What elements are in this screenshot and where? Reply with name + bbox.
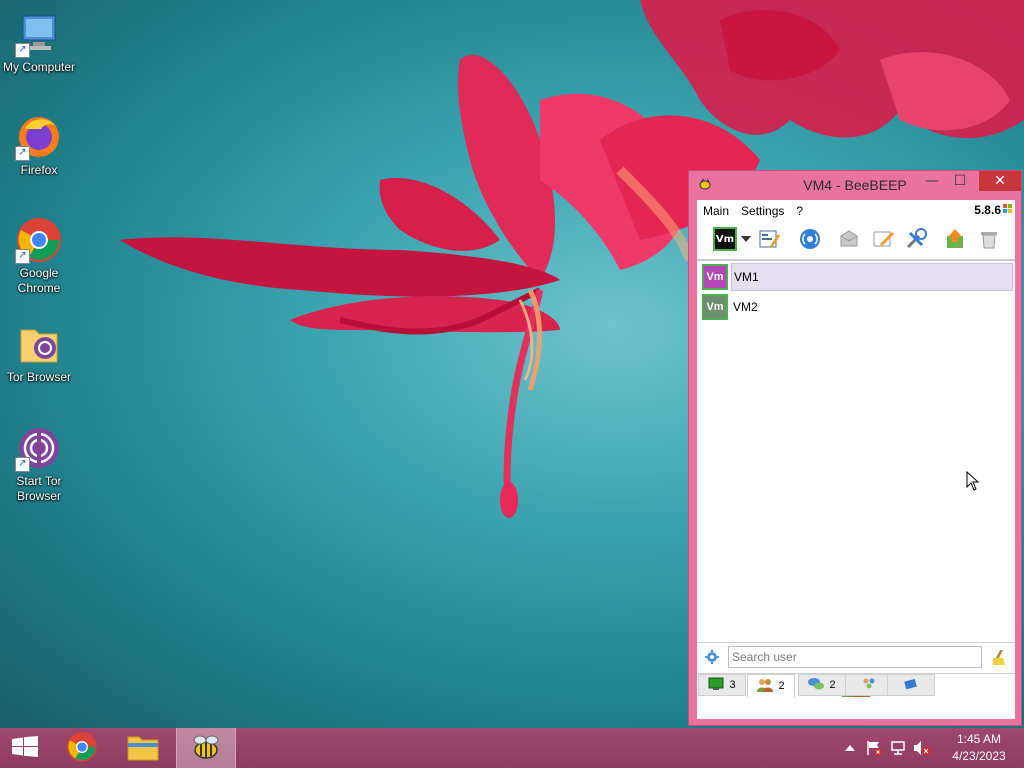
note-icon[interactable] [871,227,895,251]
message-icon[interactable] [837,227,861,251]
minimize-button[interactable]: — [919,171,945,191]
main-toolbar: Vm [697,221,1015,260]
edit-profile-icon[interactable] [757,227,781,251]
version-label: 5.8.6 [974,203,1001,217]
show-hidden-icon[interactable] [840,738,860,758]
update-icon[interactable] [943,227,967,251]
trash-icon[interactable] [977,227,1001,251]
title-bar[interactable]: VM4 - BeeBEEP — ☐ ✕ [689,171,1021,199]
desktop-icon-label: My Computer [2,60,76,74]
tab-computers[interactable]: 3 [698,674,746,696]
search-user-input[interactable] [728,646,982,668]
tab-count: 2 [778,680,785,692]
chats-tab-icon [808,677,825,694]
user-row-vm2[interactable]: Vm VM2 [702,293,1013,321]
shortcut-arrow-icon: ↗ [15,249,30,264]
tab-users[interactable]: 2 [747,674,795,698]
chrome-icon [66,731,98,766]
search-settings-icon[interactable] [704,649,720,668]
menu-main[interactable]: Main [697,204,735,218]
taskbar-beebeep[interactable] [176,728,236,768]
tab-groups[interactable] [845,674,893,696]
start-button[interactable] [0,728,50,768]
clock-time: 1:45 AM [956,732,1002,746]
files-tab-icon [903,677,919,694]
desktop-icon-tor-browser[interactable]: Tor Browser [1,320,77,385]
settings-tools-icon[interactable] [904,227,928,251]
window-client-area: Main Settings ? 5.8.6 Vm Vm VM1 Vm VM2 S… [697,200,1015,719]
groups-tab-icon [861,677,877,694]
tab-files[interactable] [887,674,935,696]
user-name: VM1 [731,263,1013,291]
taskbar-clock[interactable]: 1:45 AM 4/23/2023 [934,731,1024,765]
beebeep-icon [190,733,222,764]
user-avatar: Vm [702,264,728,290]
bottom-tabs: 3 2 2 [697,673,1015,698]
tor-browser-icon: ↗ [15,424,63,472]
network-icon[interactable] [888,738,908,758]
clock-date: 4/23/2023 [952,749,1006,763]
tab-count: 2 [829,679,836,691]
shortcut-arrow-icon: ↗ [15,457,30,472]
menu-help[interactable]: ? [790,204,809,218]
desktop-icon-label: Google Chrome [17,266,61,295]
user-name: VM2 [733,300,758,314]
close-button[interactable]: ✕ [979,171,1021,191]
user-list: Vm VM1 Vm VM2 [697,260,1015,697]
tor-folder-icon [15,320,63,368]
desktop-icon-label: Firefox [20,163,58,177]
user-avatar: Vm [702,294,728,320]
users-tab-icon [757,678,774,695]
user-row-vm1[interactable]: Vm VM1 [702,263,1013,291]
taskbar-chrome[interactable] [56,728,108,768]
system-tray: 1:45 AM 4/23/2023 [838,728,1024,768]
clear-search-icon[interactable] [990,648,1008,669]
menu-bar: Main Settings ? 5.8.6 [697,200,1015,221]
mouse-cursor-icon [966,470,980,494]
action-center-flag-icon[interactable] [864,738,884,758]
windows-start-icon [12,735,38,761]
file-explorer-icon [127,733,159,764]
tab-count: 3 [729,679,736,691]
search-row [697,642,1015,673]
menu-settings[interactable]: Settings [735,204,790,218]
computer-tab-icon [708,677,724,694]
shortcut-arrow-icon: ↗ [15,146,30,161]
desktop-icon-google-chrome[interactable]: ↗ Google Chrome [1,216,77,296]
taskbar-file-explorer[interactable] [116,728,170,768]
firefox-icon: ↗ [15,113,63,161]
maximize-button[interactable]: ☐ [947,171,973,191]
beebeep-window: VM4 - BeeBEEP — ☐ ✕ Main Settings ? 5.8.… [688,170,1022,726]
desktop-icon-my-computer[interactable]: ↗ My Computer [1,10,77,75]
status-dropdown-icon[interactable] [739,227,753,251]
desktop-icon-label: Start Tor Browser [16,474,62,503]
status-button[interactable]: Vm [713,227,737,251]
chrome-icon: ↗ [15,216,63,264]
desktop-icon-firefox[interactable]: ↗ Firefox [1,113,77,178]
my-computer-icon: ↗ [15,10,63,58]
shortcut-arrow-icon: ↗ [15,43,30,58]
volume-muted-icon[interactable] [912,738,932,758]
tab-chats[interactable]: 2 [798,674,846,696]
taskbar: 1:45 AM 4/23/2023 [0,728,1024,768]
update-badge-icon [1003,203,1013,213]
desktop-icon-label: Tor Browser [6,370,71,384]
desktop-icon-start-tor-browser[interactable]: ↗ Start Tor Browser [1,424,77,504]
network-icon[interactable] [798,227,822,251]
